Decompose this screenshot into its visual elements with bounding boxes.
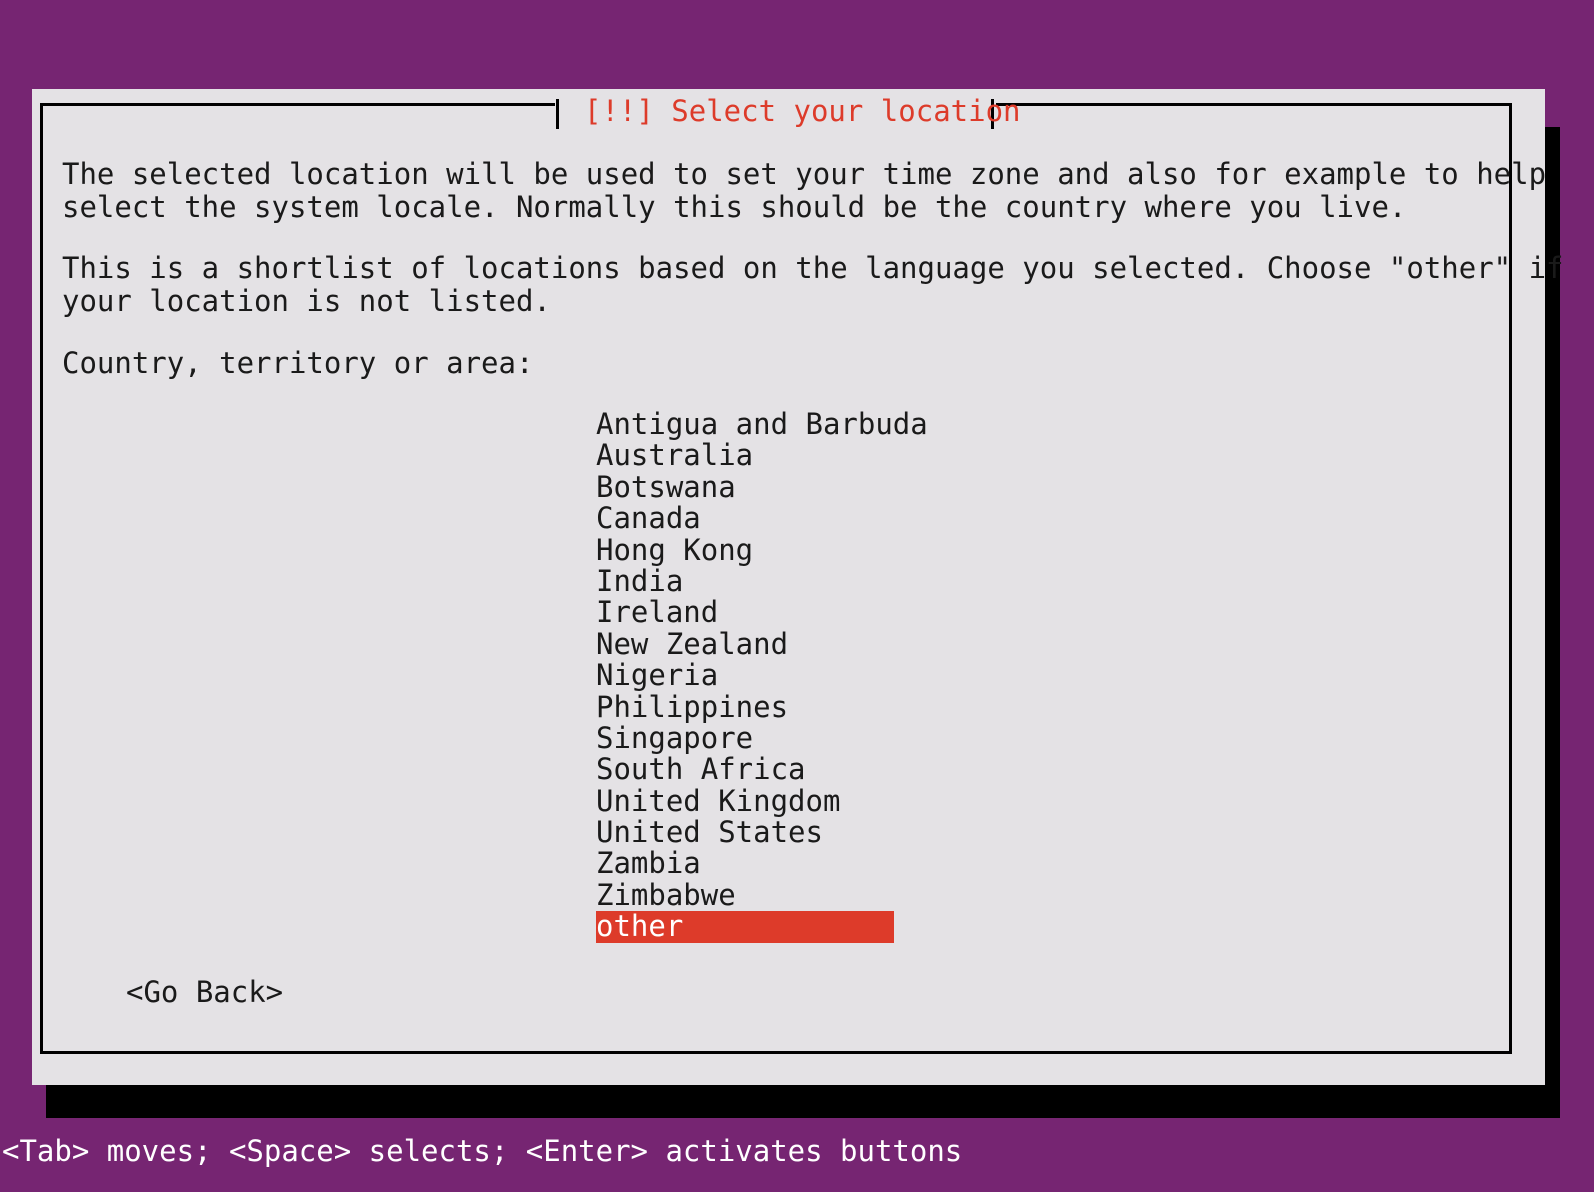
- button-row: <Go Back>: [126, 976, 283, 1009]
- intro-paragraph: The selected location will be used to se…: [62, 157, 1547, 224]
- country-list-item[interactable]: Australia: [596, 439, 1456, 471]
- country-list-item[interactable]: South Africa: [596, 753, 1456, 785]
- dialog-title: [!!] Select your location: [584, 94, 1021, 128]
- title-tick-left: [556, 99, 559, 129]
- country-list-item[interactable]: Zimbabwe: [596, 879, 1456, 911]
- country-list-item[interactable]: Philippines: [596, 691, 1456, 723]
- country-list[interactable]: Antigua and Barbuda Australia Botswana Cana…: [596, 408, 1456, 943]
- country-list-item[interactable]: United Kingdom: [596, 785, 1456, 817]
- country-list-item[interactable]: Canada: [596, 502, 1456, 534]
- country-list-item[interactable]: Botswana: [596, 471, 1456, 503]
- country-list-item[interactable]: United States: [596, 816, 1456, 848]
- installer-screen: [!!] Select your location The selected l…: [0, 0, 1594, 1192]
- status-bar-hint: <Tab> moves; <Space> selects; <Enter> ac…: [2, 1134, 963, 1168]
- country-list-item[interactable]: Zambia: [596, 848, 1456, 880]
- go-back-button[interactable]: <Go Back>: [126, 976, 283, 1009]
- country-list-item[interactable]: Antigua and Barbuda: [596, 408, 1456, 440]
- country-list-item[interactable]: other: [596, 910, 894, 943]
- shortlist-paragraph: This is a shortlist of locations based o…: [62, 251, 1564, 318]
- country-list-item[interactable]: Ireland: [596, 596, 1456, 628]
- country-list-item[interactable]: New Zealand: [596, 628, 1456, 660]
- country-list-item[interactable]: Nigeria: [596, 659, 1456, 691]
- country-field-label: Country, territory or area:: [62, 346, 534, 380]
- country-list-item[interactable]: Singapore: [596, 722, 1456, 754]
- country-list-item[interactable]: Hong Kong: [596, 534, 1456, 566]
- country-list-item[interactable]: India: [596, 565, 1456, 597]
